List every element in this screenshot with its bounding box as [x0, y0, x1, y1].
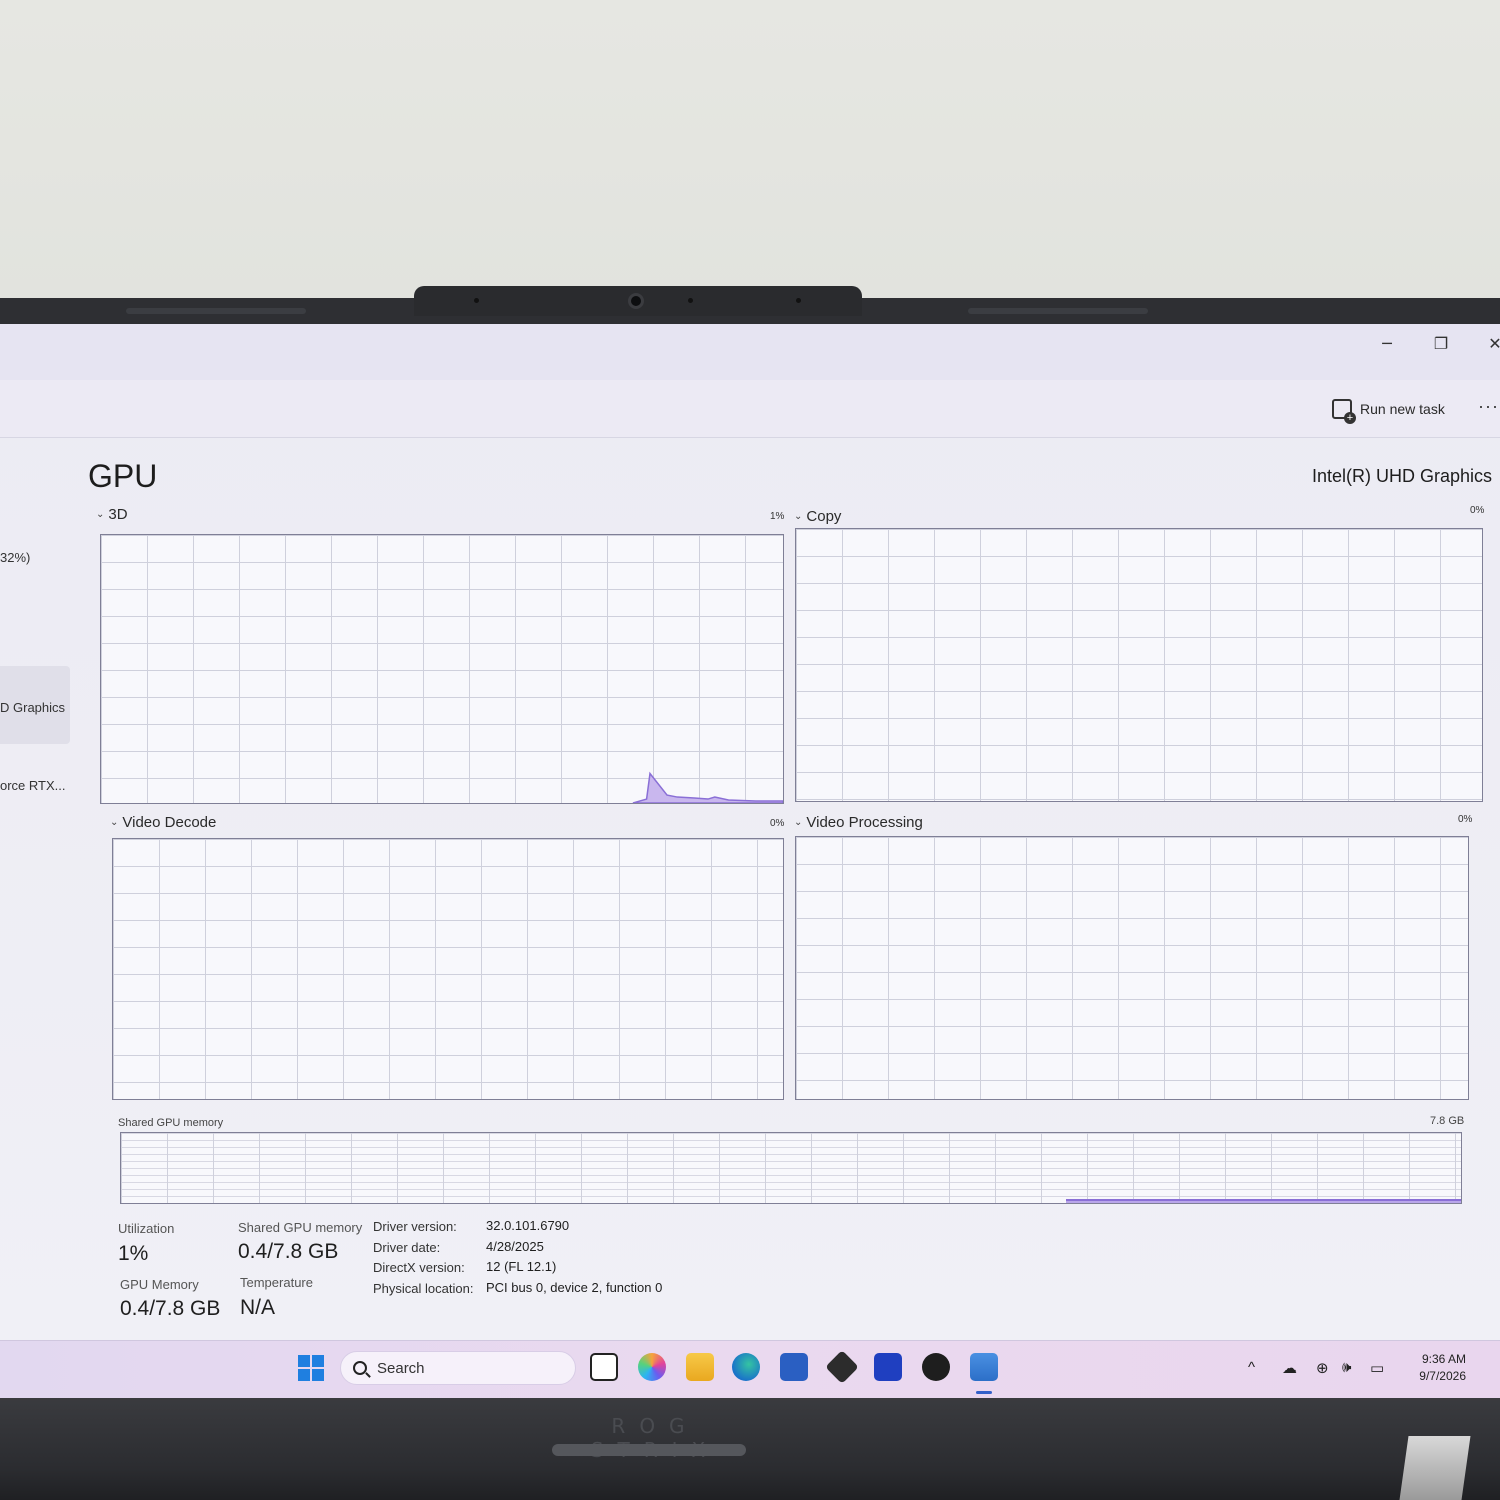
sidebar-item-gpu1[interactable]: orce RTX...: [0, 778, 66, 793]
tray-chevron-icon[interactable]: ^: [1248, 1359, 1255, 1376]
laptop-stand: [1399, 1436, 1471, 1500]
physical-location-key: Physical location:: [373, 1281, 474, 1296]
taskbar-search[interactable]: Search: [340, 1351, 576, 1385]
windows-start-icon[interactable]: [298, 1355, 324, 1381]
active-app-indicator: [976, 1391, 992, 1394]
directx-version-key: DirectX version:: [373, 1260, 465, 1275]
driver-date-value: 4/28/2025: [486, 1239, 544, 1254]
driver-version-key: Driver version:: [373, 1219, 457, 1234]
battery-icon[interactable]: ▭: [1370, 1359, 1384, 1377]
hinge: [552, 1444, 746, 1456]
chevron-down-icon: ⌄: [794, 817, 803, 828]
driver-version-value: 32.0.101.6790: [486, 1218, 570, 1233]
graph-copy-percent: 0%: [1470, 505, 1485, 516]
run-new-task-label: Run new task: [1360, 401, 1445, 417]
search-placeholder: Search: [377, 1359, 425, 1377]
close-button[interactable]: ✕: [1480, 330, 1500, 358]
graph-video-decode-percent: 0%: [770, 818, 785, 829]
network-icon[interactable]: ⊕: [1316, 1359, 1329, 1377]
graph-copy-label: Copy: [806, 508, 842, 525]
store-icon[interactable]: [780, 1353, 808, 1381]
chevron-down-icon: ⌄: [110, 817, 119, 828]
file-explorer-icon[interactable]: [686, 1353, 714, 1381]
shared-gpu-memory-label: Shared GPU memory: [238, 1220, 363, 1235]
toolbar: Run new task ···: [0, 380, 1500, 438]
shared-memory-fill: [1065, 1199, 1461, 1203]
graph-3d-dropdown[interactable]: ⌄ 3D: [96, 506, 128, 523]
volume-icon[interactable]: 🕪: [1342, 1359, 1351, 1376]
graph-video-processing: [795, 836, 1469, 1100]
copilot-icon[interactable]: [638, 1353, 666, 1381]
minimize-button[interactable]: ─: [1372, 330, 1402, 358]
armoury-crate-icon[interactable]: [874, 1353, 902, 1381]
graph-copy: [795, 528, 1483, 802]
onedrive-icon[interactable]: ☁: [1282, 1359, 1297, 1377]
chevron-down-icon: ⌄: [96, 509, 105, 520]
shared-memory-graph: [120, 1132, 1462, 1204]
graph-3d-percent: 1%: [770, 511, 785, 522]
xbox-icon[interactable]: [922, 1353, 950, 1381]
sensor-dot: [474, 298, 479, 303]
task-view-icon[interactable]: [590, 1353, 618, 1381]
sidebar: 32%) D Graphics orce RTX...: [0, 438, 72, 1338]
title-bar: ─ ❐ ✕: [0, 324, 1500, 380]
graph-video-processing-percent: 0%: [1458, 814, 1473, 825]
task-manager-icon[interactable]: [970, 1353, 998, 1381]
sidebar-item-gpu0-label: D Graphics: [0, 700, 66, 715]
graph-3d: [100, 534, 784, 804]
restore-button[interactable]: ❐: [1426, 330, 1456, 358]
gpu-memory-label: GPU Memory: [120, 1277, 199, 1292]
graph-3d-plot: [632, 771, 783, 803]
graph-video-processing-label: Video Processing: [806, 814, 923, 831]
temperature-value: N/A: [240, 1296, 276, 1319]
page-title: GPU: [88, 458, 158, 494]
clock-time: 9:36 AM: [1421, 1352, 1466, 1366]
driver-date-key: Driver date:: [373, 1240, 441, 1255]
graph-3d-label: 3D: [108, 506, 128, 523]
sidebar-item-memory[interactable]: 32%): [0, 550, 30, 565]
bezel-slit: [126, 308, 306, 314]
graph-video-decode-label: Video Decode: [122, 814, 217, 831]
sensor-dot: [688, 298, 693, 303]
shared-gpu-memory-value: 0.4/7.8 GB: [238, 1240, 339, 1263]
app-cube-icon[interactable]: [825, 1350, 859, 1384]
utilization-value: 1%: [118, 1242, 149, 1265]
bezel-slit: [968, 308, 1148, 314]
taskbar: Search ^ ☁ ⊕ 🕪 ▭ 9:36 AM 9/7/2026: [0, 1340, 1500, 1398]
graph-video-decode-dropdown[interactable]: ⌄ Video Decode: [110, 814, 216, 831]
edge-icon[interactable]: [732, 1353, 760, 1381]
search-icon: [353, 1361, 367, 1375]
run-new-task-button[interactable]: Run new task: [1332, 394, 1445, 424]
temperature-label: Temperature: [240, 1275, 313, 1290]
directx-version-value: 12 (FL 12.1): [486, 1259, 557, 1274]
run-task-icon: [1332, 399, 1356, 424]
sensor-dot: [796, 298, 801, 303]
clock[interactable]: 9:36 AM 9/7/2026: [1404, 1351, 1466, 1385]
screen: ─ ❐ ✕ Run new task ··· 32%) D Graphics o…: [0, 324, 1500, 1398]
utilization-label: Utilization: [118, 1221, 175, 1236]
webcam-lens: [628, 293, 644, 309]
graph-3d-series: [632, 771, 783, 803]
shared-memory-max: 7.8 GB: [1430, 1115, 1465, 1127]
more-options-button[interactable]: ···: [1478, 396, 1499, 417]
gpu-name: Intel(R) UHD Graphics: [1311, 466, 1492, 486]
chevron-down-icon: ⌄: [794, 511, 803, 522]
shared-memory-graph-label: Shared GPU memory: [118, 1117, 224, 1129]
graph-video-processing-dropdown[interactable]: ⌄ Video Processing: [794, 814, 923, 831]
graph-copy-dropdown[interactable]: ⌄ Copy: [794, 508, 841, 525]
gpu-memory-value: 0.4/7.8 GB: [120, 1297, 221, 1320]
graph-video-decode: [112, 838, 784, 1100]
clock-date: 9/7/2026: [1419, 1369, 1466, 1383]
physical-location-value: PCI bus 0, device 2, function 0: [486, 1280, 663, 1295]
